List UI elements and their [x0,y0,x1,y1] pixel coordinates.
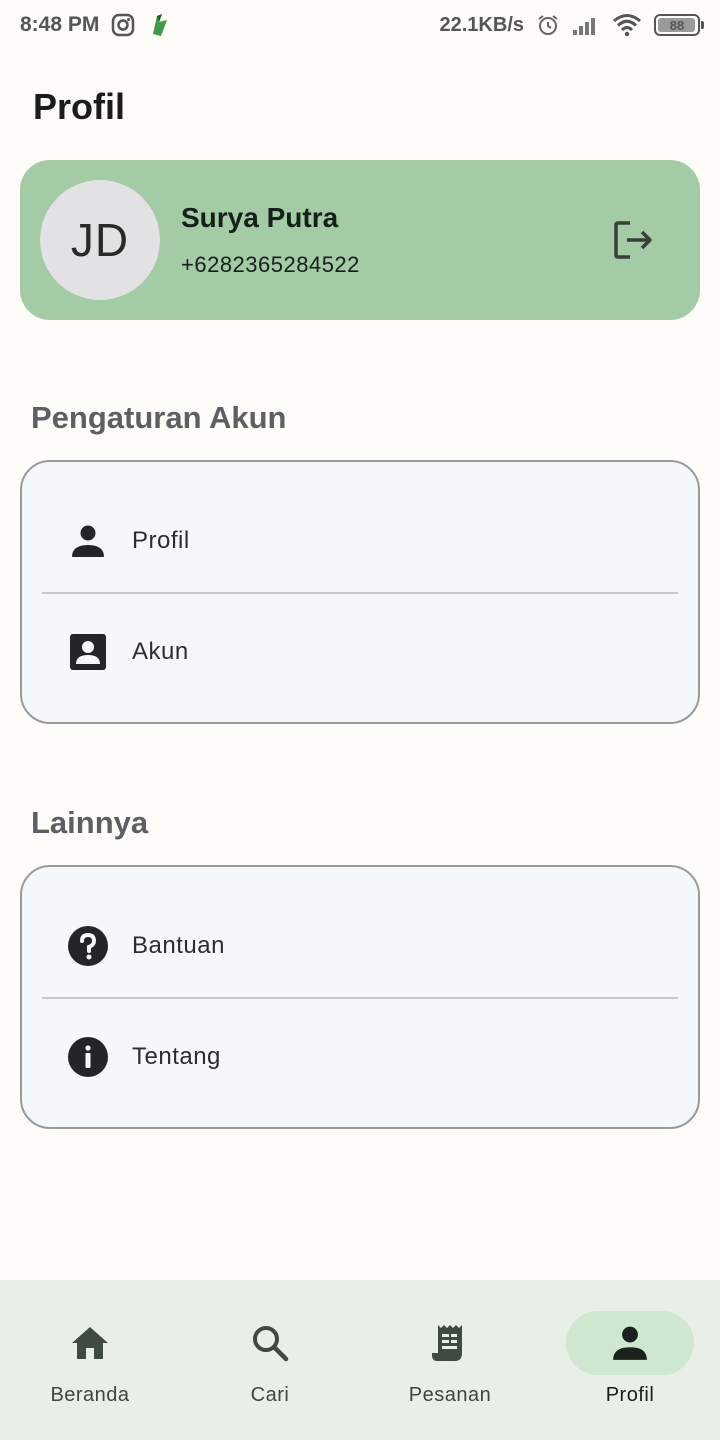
profile-card: JD Surya Putra +6282365284522 [20,160,700,320]
page-title: Profil [33,86,126,127]
others-settings-card: Bantuan Tentang [20,865,700,1129]
nav-label: Profil [605,1384,655,1406]
settings-item-label: Tentang [132,1043,221,1070]
settings-item-label: Profil [132,527,190,554]
settings-item-akun[interactable]: Akun [22,597,698,707]
person-icon [613,1326,647,1360]
section-heading-others: Lainnya [31,805,149,840]
settings-item-profil[interactable]: Profil [22,486,698,596]
bottom-nav: Beranda Cari Pesanan Profil [0,1280,720,1440]
status-time: 8:48 PM [20,13,100,36]
status-bar: 8:48 PM 22.1KB/s 88 [0,0,720,50]
logout-icon [614,221,652,259]
info-icon [66,1035,110,1079]
receipt-icon [432,1325,462,1361]
status-left: 8:48 PM [20,12,173,38]
status-right: 22.1KB/s 88 [439,13,704,37]
nav-label: Cari [250,1384,290,1406]
battery-icon: 88 [654,14,704,36]
divider [42,997,678,999]
battery-level: 88 [669,17,685,33]
nav-pill [206,1311,334,1375]
section-heading-account: Pengaturan Akun [31,400,287,435]
settings-item-tentang[interactable]: Tentang [22,1002,698,1112]
network-speed: 22.1KB/s [439,13,525,36]
nav-pill-active [566,1311,694,1375]
signal-icon [572,14,600,36]
account-settings-card: Profil Akun [20,460,700,724]
alarm-icon [536,13,560,37]
nav-item-cari[interactable]: Cari [180,1280,360,1440]
nav-label: Beranda [50,1384,130,1406]
nav-item-pesanan[interactable]: Pesanan [360,1280,540,1440]
help-icon [66,924,110,968]
divider [42,592,678,594]
wifi-icon [612,13,642,37]
nav-item-beranda[interactable]: Beranda [0,1280,180,1440]
nav-item-profil[interactable]: Profil [540,1280,720,1440]
avatar: JD [40,180,160,300]
settings-item-label: Akun [132,638,189,665]
account-box-icon [66,630,110,674]
nav-label: Pesanan [408,1384,492,1406]
app-icon [147,12,173,38]
search-icon [253,1326,289,1362]
profile-info: Surya Putra +6282365284522 [181,202,602,278]
person-icon [66,519,110,563]
nav-pill [26,1311,154,1375]
logout-button[interactable] [602,208,666,272]
settings-item-label: Bantuan [132,932,225,959]
instagram-icon [111,13,135,37]
home-icon [72,1327,108,1359]
profile-name: Surya Putra [181,202,339,233]
nav-pill [386,1311,514,1375]
profile-phone: +6282365284522 [181,252,360,277]
settings-item-bantuan[interactable]: Bantuan [22,891,698,1001]
